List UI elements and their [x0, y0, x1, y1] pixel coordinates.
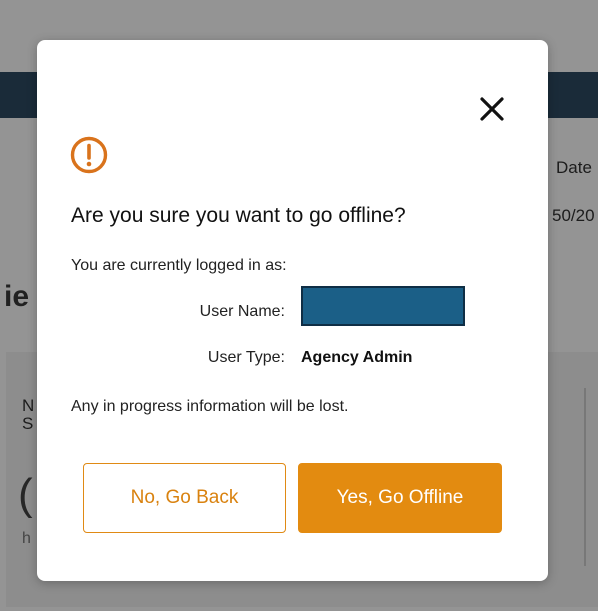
dialog-title: Are you sure you want to go offline?	[71, 204, 406, 227]
alert-circle-icon	[70, 136, 108, 174]
usertype-value: Agency Admin	[301, 349, 413, 366]
warning-text: Any in progress information will be lost…	[71, 398, 349, 415]
go-offline-button[interactable]: Yes, Go Offline	[298, 463, 502, 533]
go-offline-dialog: Are you sure you want to go offline? You…	[37, 40, 548, 581]
username-label: User Name:	[199, 303, 285, 320]
page: Date 50/20 ie N S ( h Are you sure you w…	[0, 0, 598, 611]
go-back-button[interactable]: No, Go Back	[83, 463, 286, 533]
usertype-label: User Type:	[207, 349, 285, 366]
close-button[interactable]	[477, 94, 507, 124]
logged-in-text: You are currently logged in as:	[71, 257, 287, 274]
username-value-redacted	[301, 286, 465, 326]
close-icon	[480, 97, 504, 121]
